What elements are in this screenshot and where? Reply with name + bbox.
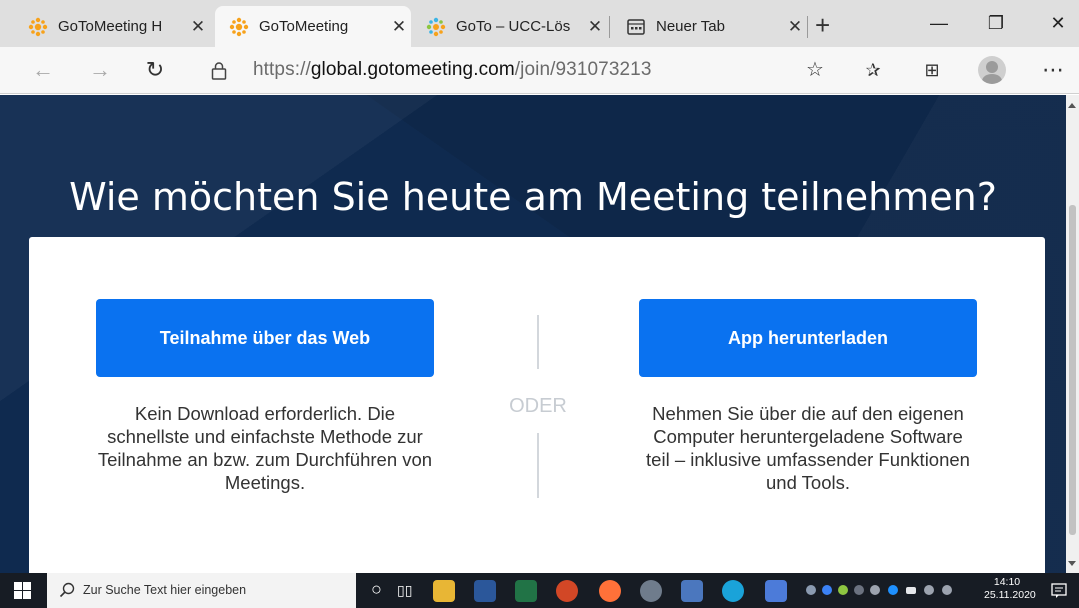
gotomeeting-favicon-icon <box>229 17 249 36</box>
taskbar-search-placeholder: Zur Suche Text hier eingeben <box>83 583 247 597</box>
lock-icon[interactable] <box>211 61 227 81</box>
edge-icon[interactable] <box>722 580 744 602</box>
browser-tab-bar: GoToMeeting H ✕ GoToMeeting ✕ GoTo – UCC… <box>0 0 1079 47</box>
windows-start-icon[interactable] <box>14 582 31 599</box>
file-explorer-icon[interactable] <box>433 580 455 602</box>
favorites-icon[interactable]: ✰ <box>858 55 888 85</box>
separator-label: ODER <box>509 395 567 417</box>
forward-icon[interactable]: → <box>85 55 115 85</box>
minimize-icon[interactable]: — <box>917 8 961 38</box>
tab-title: Neuer Tab <box>656 18 725 35</box>
profile-avatar[interactable] <box>978 56 1006 84</box>
tab-new-tab[interactable]: Neuer Tab ✕ <box>612 6 807 47</box>
gotomeeting-favicon-icon <box>28 17 48 36</box>
page-title: Wie möchten Sie heute am Meeting teilneh… <box>69 175 997 219</box>
goto-favicon-icon <box>426 17 446 36</box>
page-scrollbar[interactable] <box>1066 95 1079 573</box>
new-tab-page-icon <box>627 18 645 35</box>
tab-title: GoTo – UCC-Lös <box>456 18 571 35</box>
powerpoint-icon[interactable] <box>556 580 578 602</box>
wifi-icon[interactable] <box>924 585 934 595</box>
tab-title: GoToMeeting H <box>58 18 163 35</box>
close-icon[interactable]: ✕ <box>783 17 807 37</box>
excel-icon[interactable] <box>515 580 537 602</box>
join-via-web-description: Kein Download erforderlich. Die schnells… <box>97 403 433 493</box>
tab-goto-ucc[interactable]: GoTo – UCC-Lös ✕ <box>412 6 607 47</box>
task-view-icon[interactable]: ▯▯ <box>397 582 412 599</box>
battery-icon[interactable] <box>906 587 916 594</box>
firefox-icon[interactable] <box>599 580 621 602</box>
close-icon[interactable]: ✕ <box>583 17 607 37</box>
join-options-card: Teilnahme über das Web Kein Download erf… <box>29 237 1045 573</box>
taskbar-date: 25.11.2020 <box>984 589 1036 601</box>
new-tab-icon[interactable]: + <box>815 10 830 40</box>
address-url[interactable]: https://global.gotomeeting.com/join/9310… <box>253 59 652 81</box>
windows-taskbar: Zur Suche Text hier eingeben ○ ▯▯ 14:10 … <box>0 573 1079 608</box>
tab-gotomeeting-help[interactable]: GoToMeeting H ✕ <box>14 6 210 47</box>
tab-separator <box>807 16 808 38</box>
tray-app-icon[interactable] <box>870 585 880 595</box>
close-window-icon[interactable]: ✕ <box>1036 8 1079 38</box>
cortana-icon[interactable]: ○ <box>371 579 382 600</box>
volume-icon[interactable] <box>942 585 952 595</box>
tab-gotomeeting[interactable]: GoToMeeting ✕ <box>215 6 411 47</box>
close-icon[interactable]: ✕ <box>387 17 411 37</box>
tray-app-icon[interactable] <box>854 585 864 595</box>
taskbar-search-box[interactable]: Zur Suche Text hier eingeben <box>47 573 356 608</box>
search-icon <box>59 582 75 598</box>
address-bar-row: ← → ↻ https://global.gotomeeting.com/joi… <box>0 47 1079 94</box>
scroll-up-icon[interactable] <box>1068 103 1076 108</box>
back-icon[interactable]: ← <box>28 55 58 85</box>
download-app-button[interactable]: App herunterladen <box>639 299 977 377</box>
paint-icon[interactable] <box>640 580 662 602</box>
scroll-down-icon[interactable] <box>1068 561 1076 566</box>
refresh-icon[interactable]: ↻ <box>140 55 170 85</box>
download-app-description: Nehmen Sie über die auf den eigenen Comp… <box>646 403 970 493</box>
add-favorite-icon[interactable]: ☆ <box>800 55 830 85</box>
scrollbar-thumb[interactable] <box>1069 205 1076 535</box>
notification-center-icon[interactable] <box>1050 582 1068 600</box>
bluetooth-icon[interactable] <box>888 585 898 595</box>
maximize-icon[interactable]: ❐ <box>974 8 1018 38</box>
more-menu-icon[interactable]: ⋯ <box>1038 55 1068 85</box>
taskbar-time: 14:10 <box>993 576 1021 588</box>
tray-app-icon[interactable] <box>822 585 832 595</box>
calculator-icon[interactable] <box>681 580 703 602</box>
collections-icon[interactable]: ⊞ <box>917 55 947 85</box>
tray-app-icon[interactable] <box>838 585 848 595</box>
app-icon[interactable] <box>765 580 787 602</box>
tab-title: GoToMeeting <box>259 18 349 35</box>
tray-app-icon[interactable] <box>806 585 816 595</box>
separator-line <box>537 433 539 498</box>
separator-line <box>537 315 539 369</box>
taskbar-clock[interactable]: 14:10 25.11.2020 <box>984 576 1036 602</box>
page-background: Wie möchten Sie heute am Meeting teilneh… <box>0 95 1066 573</box>
tab-separator <box>609 16 610 38</box>
word-icon[interactable] <box>474 580 496 602</box>
close-icon[interactable]: ✕ <box>186 17 210 37</box>
join-via-web-button[interactable]: Teilnahme über das Web <box>96 299 434 377</box>
